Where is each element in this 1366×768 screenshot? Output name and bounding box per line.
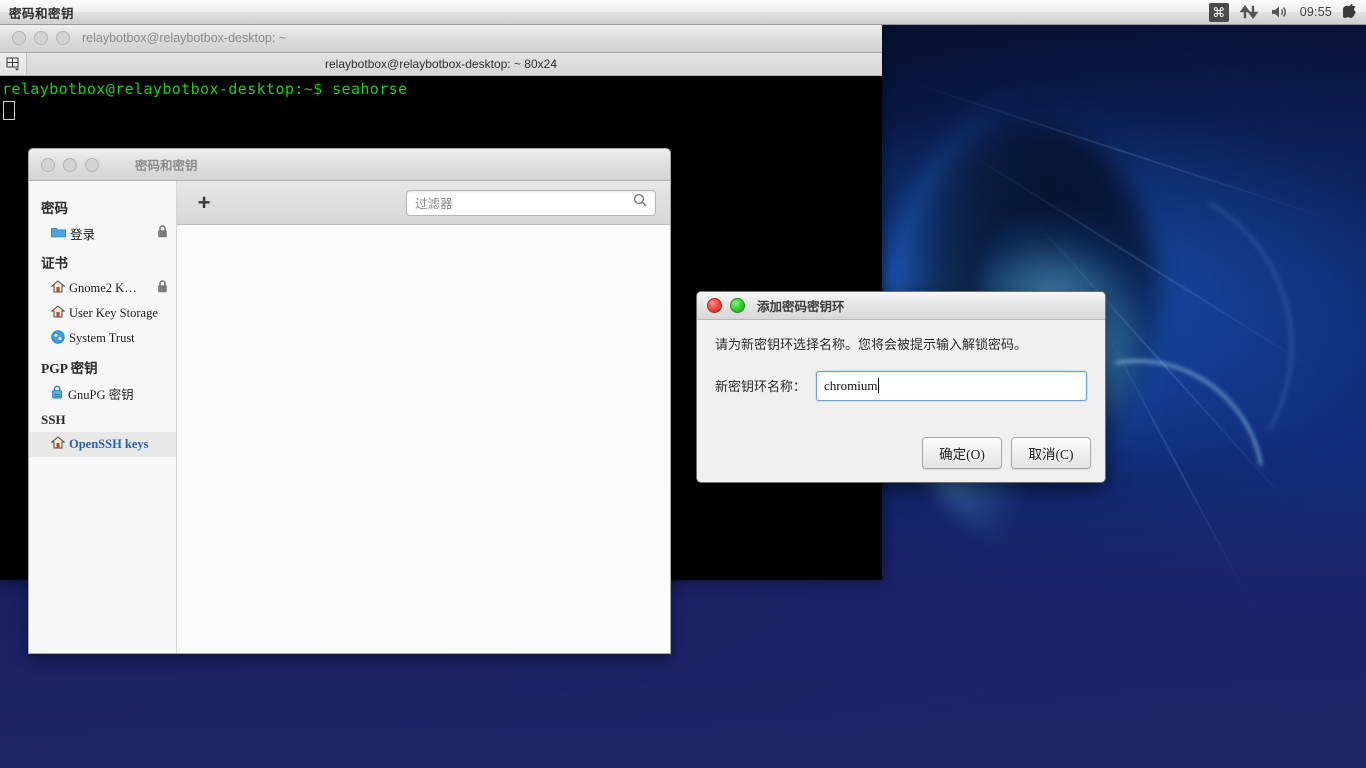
sidebar-item-label: System Trust (69, 331, 135, 345)
terminal-tab-title[interactable]: relaybotbox@relaybotbox-desktop: ~ 80x24 (0, 57, 882, 71)
text-caret (878, 378, 880, 394)
menubar-clock[interactable]: 09:55 (1300, 0, 1332, 24)
cancel-button[interactable]: 取消(C) (1011, 437, 1091, 469)
sidebar-group-header: PGP 密钥 (41, 361, 98, 376)
sidebar-item-label: 登录 (70, 228, 96, 242)
apple-logo-icon[interactable] (1343, 0, 1357, 24)
close-traffic-light[interactable] (707, 298, 722, 313)
system-menubar: 密码和密钥 ⌘ 09:55 (0, 0, 1366, 25)
dialog-message: 请为新密钥环选择名称。您将会被提示输入解锁密码。 (715, 337, 1028, 352)
seahorse-window[interactable]: 密码和密钥 密码 登录 证书 Gnome2 K… User Key Storag… (28, 148, 671, 654)
sidebar-item-gnupg-keys[interactable]: GnuPG 密钥 (29, 381, 176, 406)
menubar-status-area: ⌘ 09:55 (1208, 0, 1366, 24)
volume-icon[interactable] (1271, 0, 1289, 24)
sidebar-item-gnome2-keyring[interactable]: Gnome2 K… (29, 276, 176, 301)
terminal-cursor (3, 101, 15, 120)
keys-list-area[interactable] (177, 225, 670, 653)
sidebar-item-login[interactable]: 登录 (29, 221, 176, 246)
sidebar-item-label: User Key Storage (69, 306, 158, 320)
lock-icon (157, 225, 168, 242)
terminal-tabbar[interactable]: relaybotbox@relaybotbox-desktop: ~ 80x24 (0, 53, 882, 76)
seahorse-sidebar: 密码 登录 证书 Gnome2 K… User Key Storage Syst… (29, 181, 177, 653)
sidebar-item-user-key-storage[interactable]: User Key Storage (29, 301, 176, 326)
dialog-titlebar[interactable]: 添加密码密钥环 (697, 292, 1105, 320)
keyring-name-input[interactable]: chromium (816, 370, 1087, 401)
sidebar-group-header: 密码 (41, 201, 68, 216)
sidebar-item-openssh-keys[interactable]: OpenSSH keys (29, 432, 176, 457)
home-key-icon (50, 305, 66, 322)
home-key-icon (50, 280, 66, 297)
maximize-traffic-light[interactable] (730, 298, 745, 313)
ok-button[interactable]: 确定(O) (922, 437, 1002, 469)
terminal-prompt-line: relaybotbox@relaybotbox-desktop:~$ seaho… (2, 80, 408, 98)
seahorse-body: 密码 登录 证书 Gnome2 K… User Key Storage Syst… (29, 181, 670, 653)
menubar-app-title[interactable]: 密码和密钥 (9, 3, 74, 22)
dialog-title: 添加密码密钥环 (757, 300, 845, 314)
seahorse-window-title: 密码和密钥 (135, 159, 198, 173)
system-trust-icon (51, 329, 65, 348)
network-updown-icon[interactable] (1239, 0, 1260, 24)
folder-icon (51, 226, 66, 242)
keyring-name-row: 新密钥环名称： chromium (715, 370, 1087, 401)
dialog-button-row: 确定(O) 取消(C) (922, 437, 1091, 469)
add-keyring-button[interactable]: + (191, 190, 217, 216)
keyring-name-value: chromium (824, 377, 878, 393)
command-icon[interactable]: ⌘ (1208, 0, 1229, 24)
filter-placeholder: 过滤器 (415, 197, 453, 211)
seahorse-main-pane: + 过滤器 (177, 181, 670, 653)
sidebar-group-header: SSH (41, 412, 66, 427)
terminal-window-title: relaybotbox@relaybotbox-desktop: ~ (82, 31, 287, 45)
filter-input[interactable]: 过滤器 (406, 189, 656, 216)
seahorse-titlebar[interactable]: 密码和密钥 (29, 149, 670, 181)
dialog-body: 请为新密钥环选择名称。您将会被提示输入解锁密码。 新密钥环名称： chromiu… (697, 320, 1105, 401)
home-key-icon (50, 436, 66, 453)
sidebar-item-label: OpenSSH keys (69, 437, 149, 451)
search-icon (633, 193, 647, 212)
sidebar-group-header: 证书 (41, 256, 68, 271)
add-password-keyring-dialog[interactable]: 添加密码密钥环 请为新密钥环选择名称。您将会被提示输入解锁密码。 新密钥环名称：… (696, 291, 1106, 483)
gnupg-key-icon (51, 385, 64, 403)
sidebar-item-label: Gnome2 K… (69, 281, 137, 295)
lock-icon (157, 280, 168, 297)
sidebar-item-label: GnuPG 密钥 (68, 388, 134, 402)
terminal-titlebar[interactable]: relaybotbox@relaybotbox-desktop: ~ (0, 24, 882, 53)
keyring-name-label: 新密钥环名称： (715, 379, 807, 395)
sidebar-item-system-trust[interactable]: System Trust (29, 326, 176, 351)
seahorse-toolbar: + 过滤器 (177, 181, 670, 225)
